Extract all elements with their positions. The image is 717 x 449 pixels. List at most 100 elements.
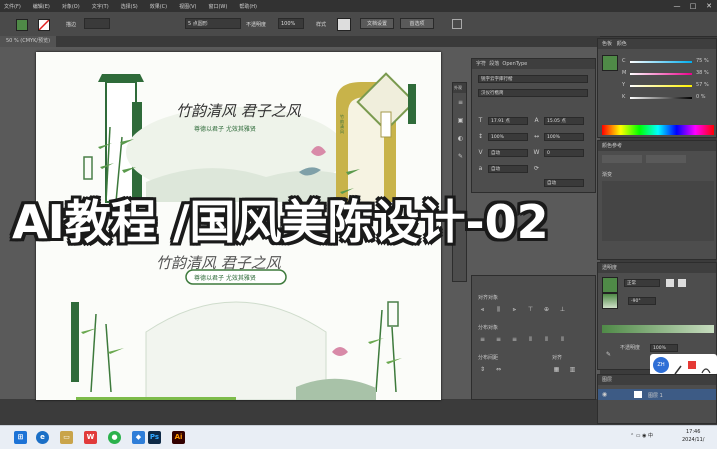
k-slider[interactable]: [630, 97, 692, 99]
panel-icon-3[interactable]: ◐: [456, 135, 465, 142]
rotate-field[interactable]: 自动: [544, 179, 584, 187]
panel-icon-2[interactable]: ▣: [456, 117, 465, 124]
menu-select[interactable]: 选择(S): [121, 3, 138, 10]
align-to-icon-1[interactable]: ▦: [552, 366, 561, 373]
preferences-button[interactable]: 首选项: [400, 18, 434, 29]
align-to-icon-2[interactable]: ▥: [568, 366, 577, 373]
minimize-button[interactable]: —: [672, 2, 682, 10]
y-value[interactable]: 57 %: [696, 82, 709, 88]
align-top-icon[interactable]: ⊤: [526, 306, 535, 313]
record-icon[interactable]: [688, 361, 696, 369]
explorer-icon[interactable]: ▭: [60, 431, 73, 444]
align-right-icon[interactable]: ⫸: [510, 306, 519, 313]
opacity-field-panel[interactable]: 100%: [650, 344, 678, 352]
close-button[interactable]: ✕: [704, 2, 714, 10]
mask-icon[interactable]: [666, 279, 674, 287]
m-value[interactable]: 38 %: [696, 70, 709, 76]
menu-object[interactable]: 对象(O): [62, 3, 80, 10]
draw-icon[interactable]: [701, 360, 711, 374]
stroke-weight-field[interactable]: [84, 18, 110, 29]
distribute-vcenter-icon[interactable]: ≡: [494, 336, 503, 343]
menu-file[interactable]: 文件(F): [4, 3, 21, 10]
app-icon[interactable]: ◆: [132, 431, 145, 444]
color-guide-title[interactable]: 颜色参考: [598, 141, 716, 151]
leading-field[interactable]: 15.05 点: [544, 117, 584, 125]
font-style-field[interactable]: 汉仪行楷简: [478, 89, 588, 97]
align-left-icon[interactable]: ⫷: [478, 306, 487, 313]
pen-icon[interactable]: [674, 360, 682, 375]
align-objects-label: 对齐对象: [478, 295, 499, 301]
align-vcenter-icon[interactable]: ⊕: [542, 306, 551, 313]
menu-help[interactable]: 帮助(H): [239, 3, 257, 10]
layer-name[interactable]: 图层 1: [648, 392, 663, 399]
menu-window[interactable]: 窗口(W): [208, 3, 227, 10]
menu-type[interactable]: 文字(T): [92, 3, 109, 10]
brush-definition[interactable]: 5 点圆形: [185, 18, 241, 29]
wechat-icon[interactable]: ●: [108, 431, 121, 444]
color-panel: 色板 颜色 C 75 % M 38 % Y 57 % K 0 %: [597, 38, 717, 138]
eye-icon[interactable]: ◉: [600, 391, 609, 398]
stroke-swatch[interactable]: [38, 19, 50, 31]
tray-icons[interactable]: ⌃ ▭ ◉ 中: [630, 432, 653, 439]
layer-row[interactable]: ◉ 图层 1: [598, 389, 716, 400]
tab-character[interactable]: 字符: [476, 61, 486, 67]
align-hcenter-icon[interactable]: ⫼: [494, 306, 503, 313]
document-tab[interactable]: 50 % (CMYK/预览): [0, 36, 57, 47]
document-setup-button[interactable]: 文档设置: [360, 18, 394, 29]
font-family-field[interactable]: 锐字云字库行楷: [478, 75, 588, 83]
gradient-thumbnail[interactable]: [602, 293, 618, 309]
tab-opentype[interactable]: OpenType: [502, 61, 527, 67]
distribute-left-icon[interactable]: ⦀: [526, 336, 535, 343]
menu-view[interactable]: 视图(V): [179, 3, 196, 10]
tab-color[interactable]: 颜色: [617, 41, 627, 47]
tab-paragraph[interactable]: 段落: [489, 61, 499, 67]
clip-icon[interactable]: [678, 279, 686, 287]
gradient-slider[interactable]: [602, 325, 714, 333]
guide-chip-2[interactable]: [646, 155, 686, 163]
tab-swatches[interactable]: 色板: [602, 41, 612, 47]
k-value[interactable]: 0 %: [696, 94, 706, 100]
menu-edit[interactable]: 编辑(E): [33, 3, 50, 10]
eyedropper-icon[interactable]: ✎: [604, 351, 613, 358]
panel-icon-4[interactable]: ✎: [456, 153, 465, 160]
c-value[interactable]: 75 %: [696, 58, 709, 64]
guide-chip-1[interactable]: [602, 155, 642, 163]
fill-swatch[interactable]: [16, 19, 28, 31]
angle-field[interactable]: -90°: [628, 297, 656, 305]
start-icon[interactable]: ⊞: [14, 431, 27, 444]
m-slider[interactable]: [630, 73, 692, 75]
align-icon[interactable]: [452, 19, 462, 29]
assistant-badge[interactable]: ZH: [653, 357, 669, 373]
transparency-title[interactable]: 透明度: [598, 263, 716, 273]
c-slider[interactable]: [630, 61, 692, 63]
spacing-vertical-icon[interactable]: ⇕: [478, 366, 487, 373]
distribute-hcenter-icon[interactable]: ⦀: [542, 336, 551, 343]
photoshop-icon[interactable]: Ps: [148, 431, 161, 444]
tracking-field[interactable]: 0: [544, 149, 584, 157]
blend-mode-select[interactable]: 正常: [624, 279, 660, 287]
fill-color-swatch[interactable]: [602, 55, 618, 71]
layers-tab[interactable]: 图层: [598, 375, 716, 385]
spacing-horizontal-icon[interactable]: ⇔: [494, 366, 503, 373]
illustrator-icon[interactable]: Ai: [172, 431, 185, 444]
horizontal-scale-field[interactable]: 100%: [544, 133, 584, 141]
baseline-field[interactable]: 自动: [488, 165, 528, 173]
align-bottom-icon[interactable]: ⊥: [558, 306, 567, 313]
maximize-button[interactable]: □: [688, 2, 698, 10]
distribute-right-icon[interactable]: ⦀: [558, 336, 567, 343]
transparency-thumbnail[interactable]: [602, 277, 618, 293]
distribute-top-icon[interactable]: ≡: [478, 336, 487, 343]
appearance-tab[interactable]: 外观: [453, 83, 466, 93]
style-swatch[interactable]: [337, 18, 351, 31]
color-spectrum[interactable]: [602, 125, 714, 135]
distribute-bottom-icon[interactable]: ≡: [510, 336, 519, 343]
wps-icon[interactable]: W: [84, 431, 97, 444]
font-size-field[interactable]: 17.91 点: [488, 117, 528, 125]
edge-icon[interactable]: e: [36, 431, 49, 444]
y-slider[interactable]: [630, 85, 692, 87]
vertical-scale-field[interactable]: 100%: [488, 133, 528, 141]
menu-effect[interactable]: 效果(C): [150, 3, 167, 10]
kerning-field[interactable]: 自动: [488, 149, 528, 157]
panel-icon-1[interactable]: ≡: [456, 99, 465, 106]
opacity-field[interactable]: 100%: [278, 18, 304, 29]
